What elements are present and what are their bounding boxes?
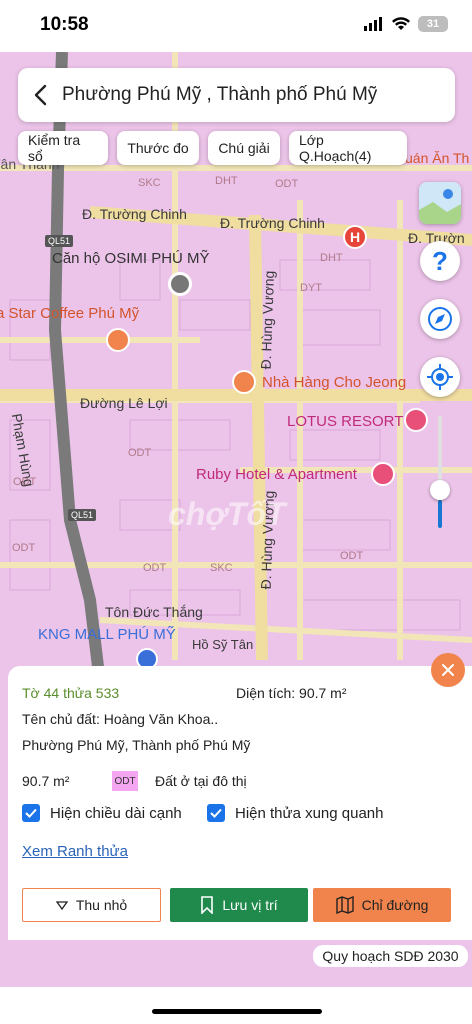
check-certificate-chip[interactable]: Kiểm tra sổ — [18, 131, 108, 165]
home-indicator — [152, 1009, 322, 1014]
status-time: 10:58 — [40, 14, 89, 35]
owner-name: Tên chủ đất: Hoàng Văn Khoa.. — [22, 711, 219, 727]
zone-label: SKC — [138, 177, 161, 189]
poi-label-lotus-resort: LOTUS RESORT — [287, 413, 404, 430]
zone-label: ODT — [143, 562, 167, 574]
page-title: Phường Phú Mỹ , Thành phố Phú Mỹ — [62, 84, 378, 105]
coffee-icon[interactable] — [106, 328, 130, 352]
planning-layer-chip[interactable]: Lớp Q.Hoạch(4) — [289, 131, 407, 165]
land-use-type: Đất ở tại đô thị — [155, 773, 247, 789]
directions-label: Chỉ đường — [361, 897, 429, 913]
neighbors-toggle[interactable]: Hiện thửa xung quanh — [207, 804, 383, 822]
zone-label: ODT — [128, 447, 152, 459]
help-icon: ? — [432, 245, 448, 276]
checkbox-checked-icon[interactable] — [22, 804, 40, 822]
land-code-badge: ODT — [112, 771, 138, 791]
directions-button[interactable]: Chỉ đường — [313, 888, 451, 922]
poi-label-an-th: uán Ăn Th — [405, 150, 470, 166]
poi-label-ruby-hotel: Ruby Hotel & Apartment — [196, 466, 357, 483]
zone-label: ODT — [13, 476, 37, 488]
zone-label: DHT — [215, 175, 238, 187]
parcel-address: Phường Phú Mỹ, Thành phố Phú Mỹ — [22, 737, 251, 753]
zone-label: ODT — [12, 542, 36, 554]
map-icon — [335, 896, 354, 914]
parcel-area: Diện tích: 90.7 m² — [236, 685, 347, 701]
road-label-truong-chinh: Đ. Trường Chinh — [82, 206, 187, 222]
status-bar: 10:58 31 — [0, 0, 472, 52]
land-use-area: 90.7 m² — [22, 773, 70, 789]
neighbors-label: Hiện thửa xung quanh — [235, 804, 384, 822]
map-thumbnail-icon — [419, 182, 461, 224]
zone-label: SKC — [210, 562, 233, 574]
zone-label: DYT — [300, 282, 322, 294]
bookmark-icon — [201, 896, 214, 914]
poi-label-osimi: Căn hộ OSIMI PHÚ MỸ — [52, 250, 210, 267]
view-boundary-link[interactable]: Xem Ranh thửa — [22, 843, 128, 860]
locate-icon — [427, 364, 453, 390]
wifi-icon — [392, 17, 410, 30]
compass-icon — [428, 307, 452, 331]
triangle-down-icon — [55, 900, 68, 910]
save-label: Lưu vị trí — [222, 897, 278, 913]
slider-thumb[interactable] — [430, 479, 450, 500]
collapse-button[interactable]: Thu nhỏ — [22, 888, 161, 922]
location-header: Phường Phú Mỹ , Thành phố Phú Mỹ — [18, 68, 455, 122]
bottom-area — [0, 987, 472, 1024]
poi-marker-osimi[interactable] — [168, 272, 192, 296]
hospital-icon[interactable]: H — [343, 225, 367, 249]
chevron-left-icon — [34, 84, 47, 106]
edge-length-label: Hiện chiều dài cạnh — [50, 804, 182, 822]
road-label-truong-chinh: Đ. Trường Chinh — [220, 215, 325, 231]
poi-label-kng-mall: KNG MALL PHÚ MỸ — [38, 626, 176, 643]
checkbox-checked-icon[interactable] — [207, 804, 225, 822]
road-label-ton-duc-thang: Tôn Đức Thắng — [105, 604, 203, 620]
planning-year-label[interactable]: Quy hoạch SDĐ 2030 — [313, 945, 468, 967]
toolbar-chips: Kiểm tra sổ Thước đo Chú giải Lớp Q.Hoạc… — [18, 131, 407, 165]
watermark: chợTốT — [168, 496, 286, 532]
parcel-id: Tờ 44 thửa 533 — [22, 685, 120, 701]
hotel-icon[interactable] — [371, 462, 395, 486]
collapse-label: Thu nhỏ — [75, 897, 128, 913]
road-label-le-loi: Đường Lê Lợi — [80, 395, 168, 411]
back-button[interactable] — [18, 68, 62, 122]
road-shield-ql51: QL51 — [68, 509, 97, 521]
cellular-signal-icon — [364, 17, 382, 31]
edge-length-toggle[interactable]: Hiện chiều dài cạnh — [22, 804, 182, 822]
zone-label: ODT — [340, 550, 364, 562]
map-type-button[interactable] — [419, 182, 461, 224]
my-location-button[interactable] — [420, 357, 460, 397]
close-button[interactable] — [431, 653, 465, 687]
zone-label: ODT — [275, 178, 299, 190]
legend-chip[interactable]: Chú giải — [208, 131, 280, 165]
save-location-button[interactable]: Lưu vị trí — [170, 888, 308, 922]
close-icon — [442, 664, 454, 676]
battery-icon: 31 — [418, 16, 448, 32]
poi-label-cho-jeong: Nhà Hàng Cho Jeong — [262, 374, 407, 391]
resort-icon[interactable] — [404, 408, 428, 432]
restaurant-icon[interactable] — [232, 370, 256, 394]
poi-label-coffee: a Star Coffee Phú Mỹ — [0, 305, 140, 322]
status-icons: 31 — [364, 16, 448, 32]
road-label-ho-sy-tan: Hồ Sỹ Tân — [192, 637, 254, 652]
compass-button[interactable] — [420, 299, 460, 339]
opacity-slider[interactable] — [430, 416, 450, 536]
help-button[interactable]: ? — [420, 241, 460, 281]
zone-label: DHT — [320, 252, 343, 264]
road-shield-ql51: QL51 — [45, 235, 74, 247]
battery-level: 31 — [426, 18, 440, 30]
ruler-chip[interactable]: Thước đo — [117, 131, 199, 165]
slider-fill — [438, 499, 442, 528]
